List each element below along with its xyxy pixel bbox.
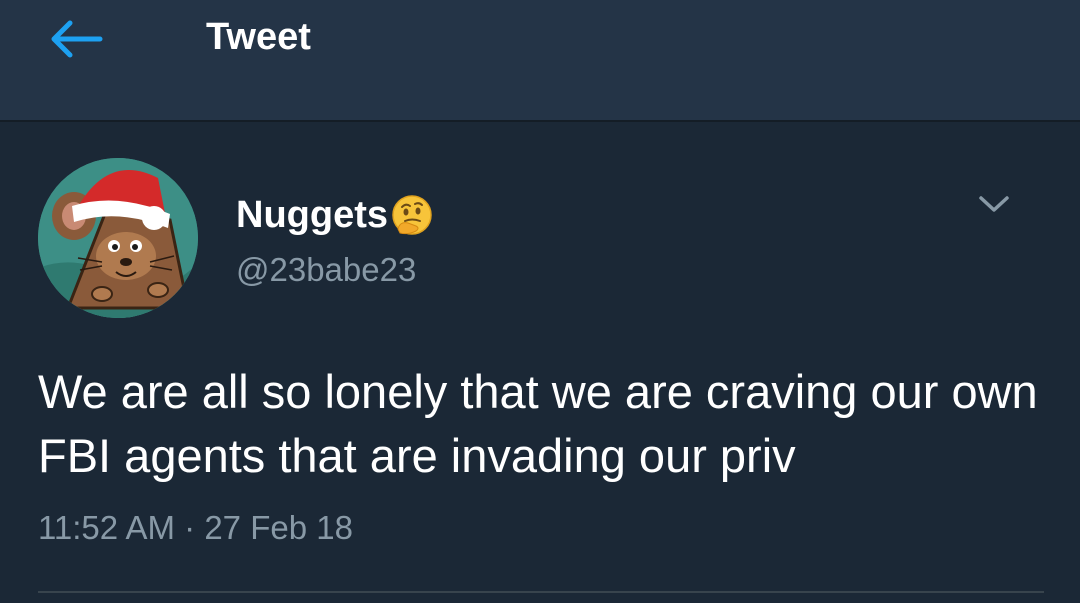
author-name-row[interactable]: Nuggets <box>236 192 434 238</box>
tweet-timestamp[interactable]: 11:52 AM · 27 Feb 18 <box>38 508 353 548</box>
tweet-time: 11:52 AM <box>38 509 175 546</box>
tweet-detail-screen: Tweet Nuggets @23babe23 We are all so lo… <box>0 0 1080 603</box>
timestamp-separator: · <box>184 509 196 546</box>
tweet-date: 27 Feb 18 <box>204 509 353 546</box>
thinking-face-emoji <box>392 195 432 235</box>
page-title: Tweet <box>206 16 311 58</box>
back-button[interactable] <box>40 14 110 64</box>
avatar[interactable] <box>38 158 198 318</box>
divider <box>38 591 1044 593</box>
arrow-left-icon <box>51 20 103 58</box>
chevron-down-icon <box>979 196 1009 212</box>
tweet-menu-button[interactable] <box>972 186 1016 222</box>
username-handle[interactable]: @23babe23 <box>236 250 416 290</box>
tweet-card: Nuggets @23babe23 We are all so lonely t… <box>0 122 1080 603</box>
avatar-image <box>38 158 198 318</box>
tweet-text: We are all so lonely that we are craving… <box>38 365 1038 482</box>
top-bar: Tweet <box>0 0 1080 122</box>
display-name[interactable]: Nuggets <box>236 192 388 238</box>
